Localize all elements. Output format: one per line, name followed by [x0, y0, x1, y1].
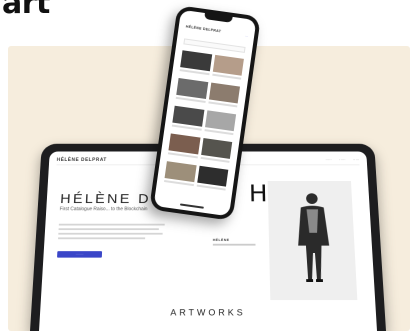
tablet-body-text-line — [58, 223, 165, 226]
artworks-heading: ARTWORKS — [170, 307, 246, 318]
tablet-nav-links: ····· ····· ····· — [325, 157, 359, 161]
artwork-thumbnail[interactable] — [171, 105, 204, 135]
artwork-thumbnail[interactable] — [203, 110, 237, 139]
tablet-hero-title: HÉLÈNE D — [59, 191, 151, 207]
tablet-cta-button[interactable]: ········ — [57, 251, 103, 258]
artwork-image — [204, 110, 237, 132]
artwork-image — [200, 137, 233, 159]
phone-brand[interactable]: HÉLÈNE DELPRAT — [186, 25, 222, 34]
tablet-caption-line — [212, 243, 256, 246]
artist-portrait-image — [267, 180, 358, 301]
artwork-image — [196, 165, 229, 187]
tablet-body-text-line — [58, 237, 146, 240]
section-heading: art — [2, 0, 50, 21]
artwork-image — [172, 105, 204, 127]
artwork-thumbnail[interactable] — [167, 133, 201, 162]
artwork-image — [168, 133, 201, 155]
tablet-nav-link[interactable]: ····· — [339, 157, 345, 161]
tablet-hero-subtitle: First Catalogue Raiso... to the Blockcha… — [59, 206, 148, 213]
phone-notch — [204, 13, 233, 23]
artwork-thumbnail[interactable] — [179, 50, 212, 79]
tablet-body-text-line — [58, 228, 159, 231]
artwork-image — [176, 77, 208, 99]
tablet-caption-title: HÉLÈNE — [212, 238, 230, 242]
tablet-nav-link[interactable]: ····· — [325, 157, 331, 161]
artwork-thumbnail[interactable] — [207, 82, 241, 112]
tablet-h-monogram: H — [248, 180, 268, 208]
artwork-image — [212, 54, 244, 76]
tablet-nav-link[interactable]: ····· — [353, 157, 360, 161]
artwork-thumbnail[interactable] — [200, 137, 233, 167]
artwork-image — [164, 161, 197, 183]
artwork-image — [180, 50, 212, 72]
artwork-thumbnail[interactable] — [196, 165, 229, 195]
phone-artwork-grid — [163, 50, 244, 195]
tablet-body-text-line — [58, 232, 163, 235]
artwork-image — [208, 82, 241, 104]
artist-figure-illustration — [296, 193, 331, 282]
phone-menu-link[interactable]: ··· — [245, 34, 249, 38]
tablet-brand[interactable]: HÉLÈNE DELPRAT — [57, 157, 107, 162]
artwork-thumbnail[interactable] — [175, 77, 208, 107]
artwork-thumbnail[interactable] — [163, 161, 197, 190]
artwork-thumbnail[interactable] — [211, 54, 244, 84]
phone-home-indicator — [179, 203, 204, 209]
